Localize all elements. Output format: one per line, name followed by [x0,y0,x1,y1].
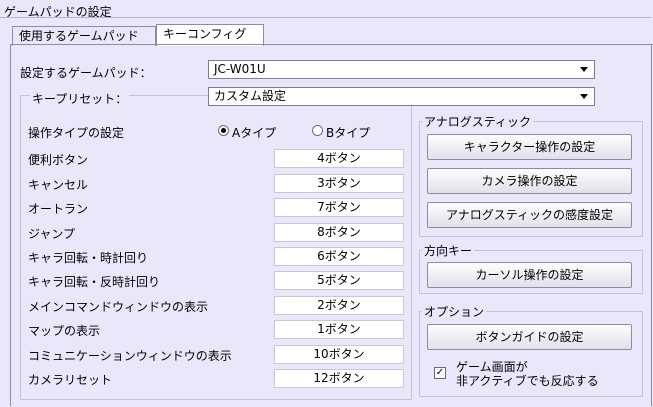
binding-label: 便利ボタン [28,153,89,167]
binding-value[interactable]: 12ボタン [274,369,404,388]
analog-sensitivity-button[interactable]: アナログスティックの感度設定 [427,202,632,228]
binding-label: カメラリセット [28,373,113,387]
binding-label: キャラ回転・時計回り [28,251,149,265]
tab-gamepad-select[interactable]: 使用するゲームパッド [12,26,156,46]
direction-key-title: 方向キー [422,242,475,259]
options-title: オプション [422,303,487,320]
operation-type-label: 操作タイプの設定 [28,126,125,140]
binding-value[interactable]: 2ボタン [274,296,404,315]
binding-value[interactable]: 10ボタン [274,345,404,364]
binding-value[interactable]: 3ボタン [274,174,404,193]
gamepad-value: JC-W01U [214,62,266,76]
cursor-control-button[interactable]: カーソル操作の設定 [427,262,632,288]
radio-type-b[interactable] [312,125,323,136]
binding-label: マップの表示 [28,324,101,338]
radio-type-a[interactable] [218,125,229,136]
binding-value[interactable]: 7ボタン [274,198,404,217]
binding-value[interactable]: 5ボタン [274,271,404,290]
preset-label: キープリセット： [30,90,130,107]
preset-dropdown[interactable]: カスタム設定 [208,87,595,106]
chevron-down-icon [580,94,588,99]
checkbox-label-line2: 非アクティブでも反応する [456,374,599,388]
binding-value[interactable]: 1ボタン [274,320,404,339]
binding-label: コミュニケーションウィンドウの表示 [28,349,232,363]
binding-label: キャンセル [28,178,89,192]
checkmark-icon: ✓ [435,367,445,378]
binding-value[interactable]: 8ボタン [274,223,404,242]
binding-label: キャラ回転・反時計回り [28,275,161,289]
preset-value: カスタム設定 [214,89,287,103]
gamepad-label: 設定するゲームパッド： [20,66,152,80]
binding-label: メインコマンドウィンドウの表示 [28,300,209,314]
camera-control-button[interactable]: カメラ操作の設定 [427,168,632,194]
binding-value[interactable]: 6ボタン [274,247,404,266]
character-control-button[interactable]: キャラクター操作の設定 [427,134,632,160]
radio-type-b-label: Bタイプ [326,126,371,140]
analog-stick-title: アナログスティック [422,113,534,130]
radio-type-a-label: Aタイプ [232,126,277,140]
background-input-checkbox[interactable]: ✓ [434,367,446,379]
binding-label: オートラン [28,202,89,216]
binding-label: ジャンプ [28,227,76,241]
gamepad-dropdown[interactable]: JC-W01U [208,60,595,79]
binding-value[interactable]: 4ボタン [274,149,404,168]
button-guide-button[interactable]: ボタンガイドの設定 [427,324,632,350]
chevron-down-icon [580,67,588,72]
tab-key-config[interactable]: キーコンフィグ [156,24,264,46]
